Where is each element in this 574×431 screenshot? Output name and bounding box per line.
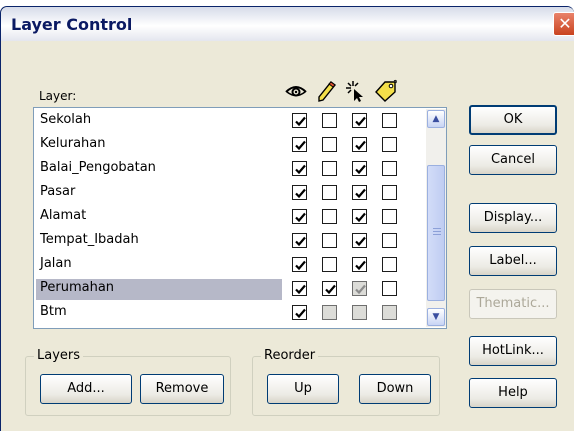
selectable-checkbox[interactable] [352, 233, 367, 248]
label-checkbox[interactable] [382, 161, 397, 176]
layer-row[interactable]: Kelurahan [36, 133, 426, 157]
layer-row[interactable]: Perumahan [36, 277, 426, 301]
label-checkbox[interactable] [382, 233, 397, 248]
ok-button[interactable]: OK [469, 105, 557, 135]
layers-group-legend: Layers [34, 348, 84, 363]
editable-checkbox[interactable] [322, 305, 337, 320]
layer-list[interactable]: Sekolah Kelurahan Balai_Pengobatan Pasar Ala… [33, 107, 447, 329]
selectable-checkbox[interactable] [352, 305, 367, 320]
visible-checkbox[interactable] [292, 137, 307, 152]
editable-checkbox[interactable] [322, 185, 337, 200]
layer-row[interactable]: Btm [36, 301, 426, 325]
selectable-checkbox[interactable] [352, 113, 367, 128]
layer-row[interactable]: Sekolah [36, 109, 426, 133]
layer-row[interactable]: Jalan [36, 253, 426, 277]
label-checkbox[interactable] [382, 305, 397, 320]
visible-checkbox[interactable] [292, 161, 307, 176]
label-checkbox[interactable] [382, 185, 397, 200]
layer-name: Jalan [40, 256, 72, 271]
dialog-title: Layer Control [11, 15, 133, 34]
layer-name: Perumahan [40, 280, 115, 295]
editable-checkbox[interactable] [322, 113, 337, 128]
scroll-thumb[interactable] [427, 165, 445, 301]
editable-checkbox[interactable] [322, 233, 337, 248]
selectable-checkbox[interactable] [352, 257, 367, 272]
editable-checkbox[interactable] [322, 281, 337, 296]
label-checkbox[interactable] [382, 137, 397, 152]
layer-row[interactable]: Balai_Pengobatan [36, 157, 426, 181]
cancel-button[interactable]: Cancel [469, 145, 557, 175]
layer-name: Tempat_Ibadah [40, 232, 139, 247]
visible-checkbox[interactable] [292, 209, 307, 224]
label-checkbox[interactable] [382, 257, 397, 272]
move-down-button[interactable]: Down [359, 374, 431, 404]
visible-checkbox[interactable] [292, 305, 307, 320]
layer-name: Kelurahan [40, 136, 106, 151]
reorder-group-legend: Reorder [261, 348, 319, 363]
layer-row[interactable]: Pasar [36, 181, 426, 205]
visible-checkbox[interactable] [292, 113, 307, 128]
title-bar[interactable]: Layer Control ✕ [1, 7, 574, 41]
close-button[interactable]: ✕ [553, 12, 574, 36]
layer-name: Sekolah [40, 112, 92, 127]
layer-row[interactable]: Tempat_Ibadah [36, 229, 426, 253]
selectable-checkbox[interactable] [352, 281, 367, 296]
layer-name: Balai_Pengobatan [40, 160, 156, 175]
editable-checkbox[interactable] [322, 137, 337, 152]
visible-checkbox[interactable] [292, 257, 307, 272]
hotlink-button[interactable]: HotLink... [469, 336, 557, 366]
visible-checkbox[interactable] [292, 233, 307, 248]
label-checkbox[interactable] [382, 209, 397, 224]
selectable-checkbox[interactable] [352, 137, 367, 152]
eye-icon [285, 86, 307, 97]
reorder-group: Reorder Up Down [252, 348, 440, 416]
layer-control-dialog: Layer Control ✕ Layer: Sekolah Kelurahan B… [0, 6, 574, 431]
editable-checkbox[interactable] [322, 209, 337, 224]
display-button[interactable]: Display... [469, 203, 557, 233]
visible-checkbox[interactable] [292, 185, 307, 200]
thematic-button[interactable]: Thematic... [469, 289, 557, 319]
visible-checkbox[interactable] [292, 281, 307, 296]
label-checkbox[interactable] [382, 281, 397, 296]
remove-layer-button[interactable]: Remove [140, 374, 224, 404]
layer-name: Btm [40, 304, 67, 319]
label-tag-icon [375, 79, 397, 102]
selectable-checkbox[interactable] [352, 161, 367, 176]
layer-name: Pasar [40, 184, 76, 199]
editable-checkbox[interactable] [322, 161, 337, 176]
label-button[interactable]: Label... [469, 246, 557, 276]
scroll-down-button[interactable]: ▼ [427, 308, 445, 326]
cursor-select-icon [346, 81, 363, 102]
help-button[interactable]: Help [469, 378, 557, 408]
scroll-up-button[interactable]: ▲ [427, 110, 445, 128]
layer-column-label: Layer: [39, 89, 77, 103]
add-layer-button[interactable]: Add... [40, 374, 132, 404]
move-up-button[interactable]: Up [267, 374, 339, 404]
selectable-checkbox[interactable] [352, 209, 367, 224]
pencil-icon [318, 81, 336, 102]
layer-name: Alamat [40, 208, 87, 223]
selectable-checkbox[interactable] [352, 185, 367, 200]
editable-checkbox[interactable] [322, 257, 337, 272]
label-checkbox[interactable] [382, 113, 397, 128]
layer-list-scrollbar[interactable]: ▲ ▼ [426, 109, 446, 327]
layer-row[interactable]: Alamat [36, 205, 426, 229]
layers-group: Layers Add... Remove [25, 348, 231, 416]
